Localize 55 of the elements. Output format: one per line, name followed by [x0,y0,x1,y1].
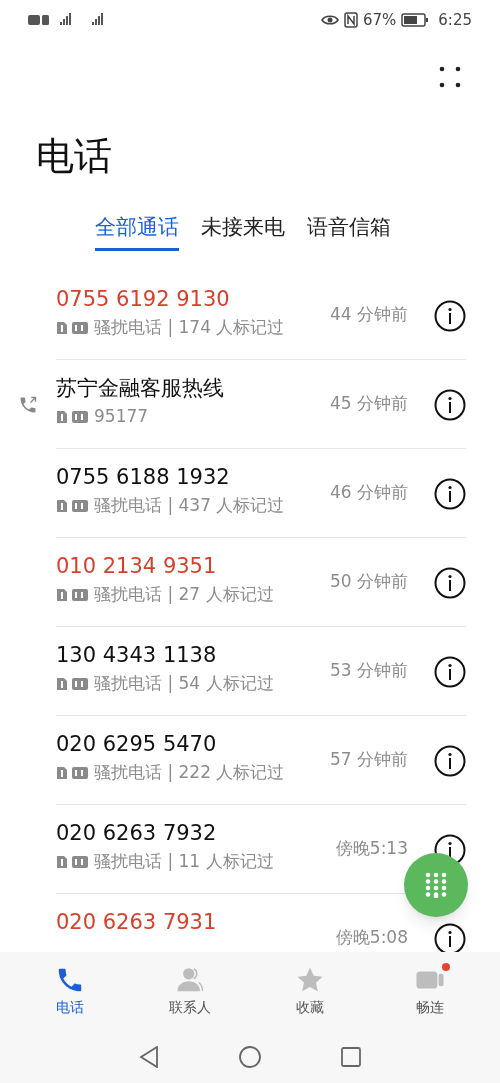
call-detail: 骚扰电话 | 11 人标记过 [94,850,274,873]
info-icon[interactable] [434,923,466,952]
eye-icon [320,14,339,26]
call-detail: 骚扰电话 | 174 人标记过 [94,316,285,339]
tab[interactable]: 语音信箱 [307,212,391,251]
caller-name: 020 6295 5470 [56,731,218,758]
sim-icon [56,498,68,513]
back-icon[interactable] [139,1045,159,1068]
nfc-icon [343,12,358,28]
sim-icon [56,676,68,691]
caller-name: 020 6263 7931 [56,909,218,936]
home-icon[interactable] [239,1045,261,1068]
sim-icon [56,587,68,602]
call-time: 50 分钟前 [329,571,408,591]
call-time: 44 分钟前 [329,304,408,324]
call-time: 45 分钟前 [329,393,408,413]
caller-name: 0755 6192 9130 [56,286,231,313]
nav-tab[interactable]: 电话 [25,964,115,1018]
call-detail: 95177 [94,405,149,428]
dialpad-icon [425,872,447,898]
call-time: 53 分钟前 [329,660,408,680]
call-time: 傍晚5:08 [335,927,408,947]
sim-icon [56,765,68,780]
caller-name: 010 2134 9351 [56,553,218,580]
call-detail: 骚扰电话 | 54 人标记过 [94,672,274,695]
tab[interactable]: 全部通话 [95,212,179,251]
page-title: 电话 [36,133,113,180]
info-icon[interactable] [434,389,466,421]
nav-tab[interactable]: 畅连 [385,964,475,1018]
recents-icon[interactable] [341,1046,361,1067]
battery-icon [401,13,430,27]
battery-percent: 67% [362,9,397,31]
info-icon[interactable] [434,478,466,510]
info-icon[interactable] [434,656,466,688]
sim-icon [56,854,68,869]
call-detail: 骚扰电话 | 437 人标记过 [94,494,285,517]
info-icon[interactable] [434,300,466,332]
nav-tab[interactable]: 联系人 [145,964,235,1018]
call-time: 傍晚5:13 [335,838,408,858]
sim-icon [56,320,68,335]
tab[interactable]: 未接来电 [201,212,285,251]
caller-name: 苏宁金融客服热线 [56,375,225,402]
call-detail: 骚扰电话 | 222 人标记过 [94,761,285,784]
more-icon[interactable] [438,66,462,88]
sim-icon [56,409,68,424]
call-detail: 骚扰电话 | 27 人标记过 [94,583,274,606]
call-time: 57 分钟前 [329,749,408,769]
clock: 6:25 [438,9,472,31]
caller-name: 0755 6188 1932 [56,464,231,491]
caller-name: 130 4343 1138 [56,642,218,669]
info-icon[interactable] [434,567,466,599]
caller-name: 020 6263 7932 [56,820,218,847]
info-icon[interactable] [434,745,466,777]
nav-tab[interactable]: 收藏 [265,964,355,1018]
call-time: 46 分钟前 [329,482,408,502]
